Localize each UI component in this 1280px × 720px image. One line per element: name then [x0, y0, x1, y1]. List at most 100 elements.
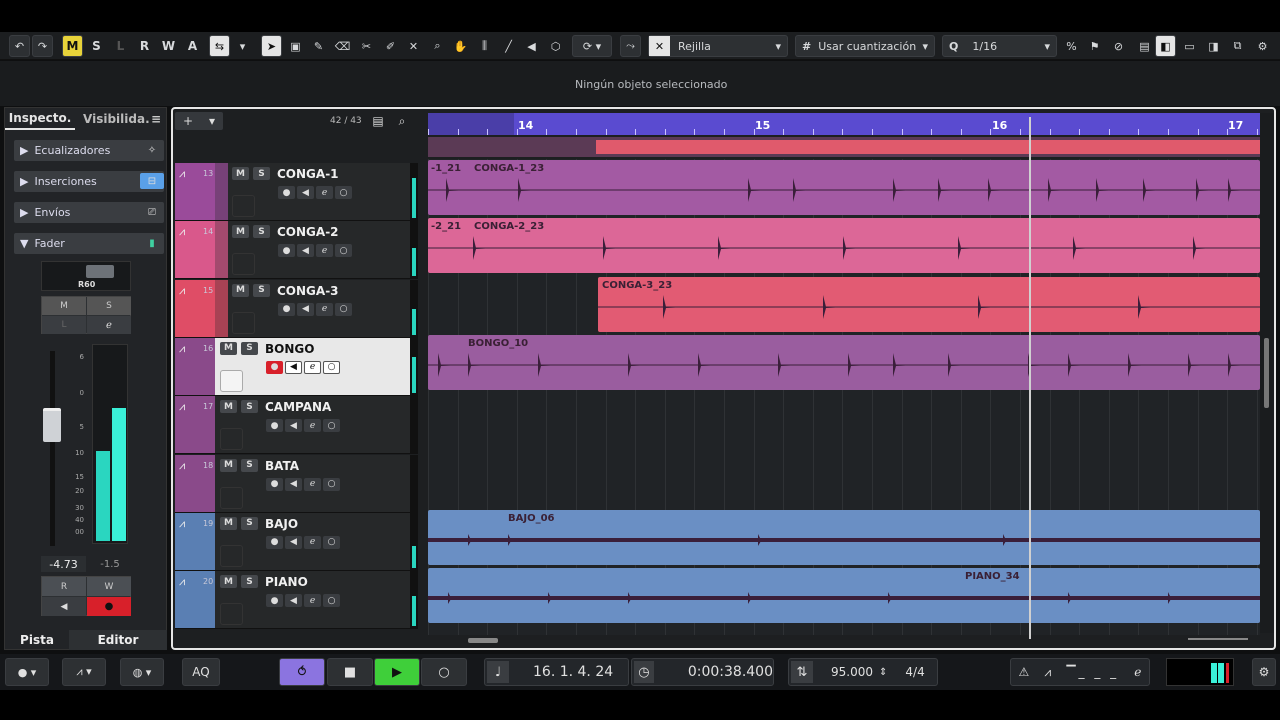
audio-event[interactable]: CONGA-3_23 — [598, 276, 1260, 332]
event-display[interactable]: -1_21 CONGA-1_23 -2_21 CONGA-2_23 CONGA-3_23… — [428, 159, 1260, 635]
edit-channel-icon[interactable]: ℯ — [87, 316, 131, 334]
track-bongo[interactable]: ⩘ 16 M S BONGO ● ◀ ℯ ○ — [175, 337, 418, 396]
edit-channel-icon[interactable]: ℯ — [304, 360, 321, 374]
volume-fader-handle[interactable] — [43, 408, 61, 442]
mode-r-button[interactable]: R — [134, 35, 155, 57]
zoom-tool-icon[interactable]: ⌕ — [427, 35, 448, 57]
record-button[interactable]: ○ — [421, 658, 467, 686]
read-automation-icon[interactable]: ○ — [323, 594, 340, 608]
read-automation-icon[interactable]: ○ — [323, 535, 340, 549]
edit-click-icon[interactable]: ℯ — [1134, 665, 1141, 679]
audio-event[interactable]: -1_21 CONGA-1_23 — [428, 160, 1260, 215]
tab-inspector[interactable]: Inspecto. — [5, 108, 75, 130]
section-fader[interactable]: ▼ Fader ▮ — [14, 233, 164, 254]
pan-knob[interactable] — [86, 265, 114, 278]
quantize-settings-icon[interactable]: ⚑ — [1084, 35, 1105, 57]
track-name[interactable]: CAMPANA — [265, 400, 331, 414]
mode-m-button[interactable]: M — [62, 35, 83, 57]
snap-icon[interactable]: ⤳ — [620, 35, 641, 57]
audio-event[interactable]: -2_21 CONGA-2_23 — [428, 218, 1260, 274]
mute-button[interactable]: M — [220, 400, 237, 414]
track-conga-2[interactable]: ⩘ 14 M S CONGA-2 ● ◀ ℯ ○ — [175, 221, 418, 280]
edit-channel-icon[interactable]: ℯ — [316, 186, 333, 199]
track-name[interactable]: CONGA-1 — [277, 167, 339, 181]
window-layout-icon[interactable]: ⧉ — [1227, 35, 1248, 57]
edit-channel-icon[interactable]: ℯ — [316, 244, 333, 258]
read-automation-icon[interactable]: ○ — [323, 477, 340, 491]
solo-button[interactable]: S — [241, 575, 258, 589]
record-enable-icon[interactable]: ● — [278, 186, 295, 199]
read-automation-icon[interactable]: ○ — [323, 419, 340, 433]
edit-channel-icon[interactable]: ℯ — [304, 535, 321, 549]
menu-icon[interactable]: ≡ — [151, 108, 161, 130]
solo-button[interactable]: S — [241, 341, 258, 355]
snap-type-select[interactable]: ✕ Rejilla ▾ — [648, 35, 788, 57]
mute-button[interactable]: M — [220, 458, 237, 472]
feedback-dropdown[interactable]: ⟳ ▾ — [572, 35, 612, 57]
read-automation-icon[interactable]: ○ — [335, 302, 352, 316]
record-enable-icon[interactable]: ● — [87, 597, 131, 616]
record-enable-icon[interactable]: ● — [266, 360, 283, 374]
autoscroll-icon[interactable]: ⇆ — [209, 35, 230, 57]
vertical-scrollbar[interactable] — [1260, 113, 1274, 633]
record-enable-icon[interactable]: ● — [278, 244, 295, 258]
edit-channel-icon[interactable]: ℯ — [316, 302, 333, 316]
redo-icon[interactable]: ↷ — [32, 35, 53, 57]
mute-button[interactable]: M — [232, 167, 249, 180]
iterative-quantize-icon[interactable]: % — [1061, 35, 1082, 57]
audio-event[interactable]: PIANO_34 — [428, 568, 1260, 624]
track-color-strip[interactable]: ⩘ 18 — [175, 454, 215, 512]
solo-button[interactable]: S — [253, 167, 270, 180]
inspector-zone-icon[interactable]: ◧ — [1155, 35, 1176, 57]
track-image-slot[interactable] — [232, 311, 255, 334]
track-name[interactable]: CONGA-3 — [277, 284, 339, 298]
audio-quality-button[interactable]: AQ — [182, 658, 220, 686]
left-zone-icon[interactable]: ▤ — [1134, 35, 1155, 57]
search-icon[interactable]: ⌕ — [392, 113, 412, 129]
track-color-strip[interactable]: ⩘ 16 — [175, 337, 215, 395]
track-image-slot[interactable] — [220, 603, 243, 626]
time-display[interactable]: ◷ 0:00:38.400 — [631, 658, 774, 686]
monitor-icon[interactable]: ◀ — [285, 360, 302, 374]
edit-channel-icon[interactable]: ℯ — [304, 594, 321, 608]
track-campana[interactable]: ⩘ 17 M S CAMPANA ● ◀ ℯ ○ — [175, 396, 418, 455]
zoom-slider[interactable] — [1188, 638, 1248, 640]
play-tool-icon[interactable]: ◀ — [521, 35, 542, 57]
tab-editor[interactable]: Editor — [69, 630, 167, 650]
partial-clip[interactable] — [596, 140, 1260, 154]
eq-icon[interactable]: ✧ — [143, 142, 161, 158]
listen-icon[interactable]: L — [42, 316, 86, 334]
track-name[interactable]: CONGA-2 — [277, 225, 339, 239]
read-automation-button[interactable]: R — [42, 577, 86, 596]
read-automation-icon[interactable]: ○ — [323, 360, 340, 374]
bars-beats-display[interactable]: ♩ 16. 1. 4. 24 — [484, 658, 629, 686]
quantize-type-select[interactable]: # Usar cuantización ▾ — [795, 35, 935, 57]
pencil-tool-icon[interactable]: ✎ — [308, 35, 329, 57]
monitor-icon[interactable]: ◀ — [285, 535, 302, 549]
right-zone-icon[interactable]: ◨ — [1203, 35, 1224, 57]
color-tool-icon[interactable]: ⬡ — [545, 35, 566, 57]
solo-button[interactable]: S — [241, 400, 258, 414]
chevron-down-icon[interactable]: ▾ — [232, 35, 253, 57]
solo-button[interactable]: S — [253, 225, 270, 239]
mute-button[interactable]: M — [232, 283, 249, 297]
pan-control[interactable]: R60 — [41, 261, 131, 291]
write-automation-button[interactable]: W — [87, 577, 131, 596]
monitor-icon[interactable]: ◀ — [297, 244, 314, 258]
tab-track[interactable]: Pista — [5, 630, 69, 650]
pointer-tool-icon[interactable]: ➤ — [261, 35, 282, 57]
track-image-slot[interactable] — [232, 195, 255, 217]
record-enable-icon[interactable]: ● — [266, 594, 283, 608]
track-image-slot[interactable] — [220, 544, 243, 567]
edit-channel-icon[interactable]: ℯ — [304, 419, 321, 433]
solo-button[interactable]: S — [241, 458, 258, 472]
section-sends[interactable]: ▶ Envíos ⎚ — [14, 202, 164, 223]
track-color-strip[interactable]: ⩘ 15 — [175, 279, 215, 337]
stop-button[interactable]: ■ — [327, 658, 373, 686]
track-image-slot[interactable] — [220, 428, 243, 451]
monitor-icon[interactable]: ◀ — [297, 186, 314, 199]
monitor-icon[interactable]: ◀ — [42, 597, 86, 616]
track-conga-3[interactable]: ⩘ 15 M S CONGA-3 ● ◀ ℯ ○ — [175, 279, 418, 338]
inspector-solo-button[interactable]: S — [87, 297, 131, 315]
line-tool-icon[interactable]: ╱ — [498, 35, 519, 57]
